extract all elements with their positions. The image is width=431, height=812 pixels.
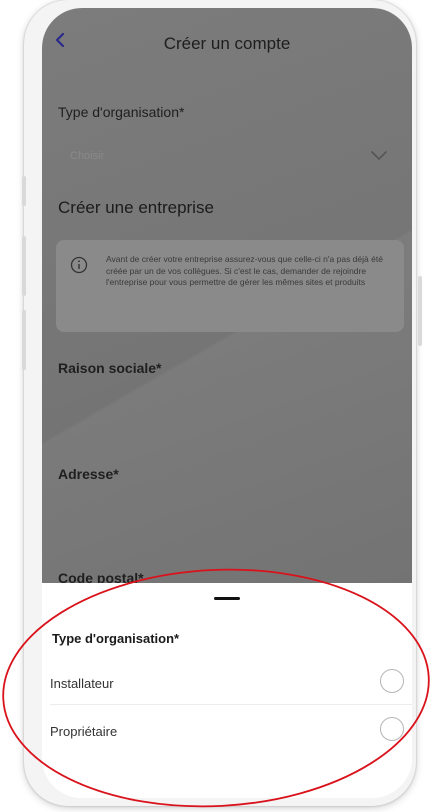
org-type-placeholder: Choisir <box>70 150 105 162</box>
org-type-label: Type d'organisation* <box>58 104 185 120</box>
option-label: Propriétaire <box>50 724 118 739</box>
phone-side-button <box>22 310 26 370</box>
option-proprietaire[interactable]: Propriétaire <box>42 713 412 753</box>
radio-button[interactable] <box>380 717 404 741</box>
phone-side-button <box>418 276 422 346</box>
info-circle-icon <box>70 256 88 274</box>
sheet-drag-handle[interactable] <box>214 597 240 600</box>
phone-screen: Créer un compte Type d'organisation* Cho… <box>42 8 412 798</box>
org-type-select[interactable]: Choisir <box>58 144 392 170</box>
radio-button[interactable] <box>380 669 404 693</box>
chevron-down-icon <box>371 151 387 160</box>
section-title: Créer une entreprise <box>58 198 214 217</box>
dimmed-form-page: Créer un compte Type d'organisation* Cho… <box>42 8 412 586</box>
option-label: Installateur <box>50 676 114 691</box>
page-title: Créer un compte <box>163 34 291 53</box>
sheet-title: Type d'organisation* <box>52 631 180 646</box>
info-notice: Avant de créer votre entreprise assurez-… <box>56 240 404 332</box>
phone-side-button <box>22 176 26 206</box>
adresse-label: Adresse* <box>58 466 119 482</box>
info-text: Avant de créer votre entreprise assurez-… <box>106 254 383 287</box>
raison-sociale-label: Raison sociale* <box>58 360 162 376</box>
phone-side-button <box>22 236 26 296</box>
option-installateur[interactable]: Installateur <box>42 665 412 705</box>
bottom-sheet: Type d'organisation* Installateur Propri… <box>42 583 412 798</box>
